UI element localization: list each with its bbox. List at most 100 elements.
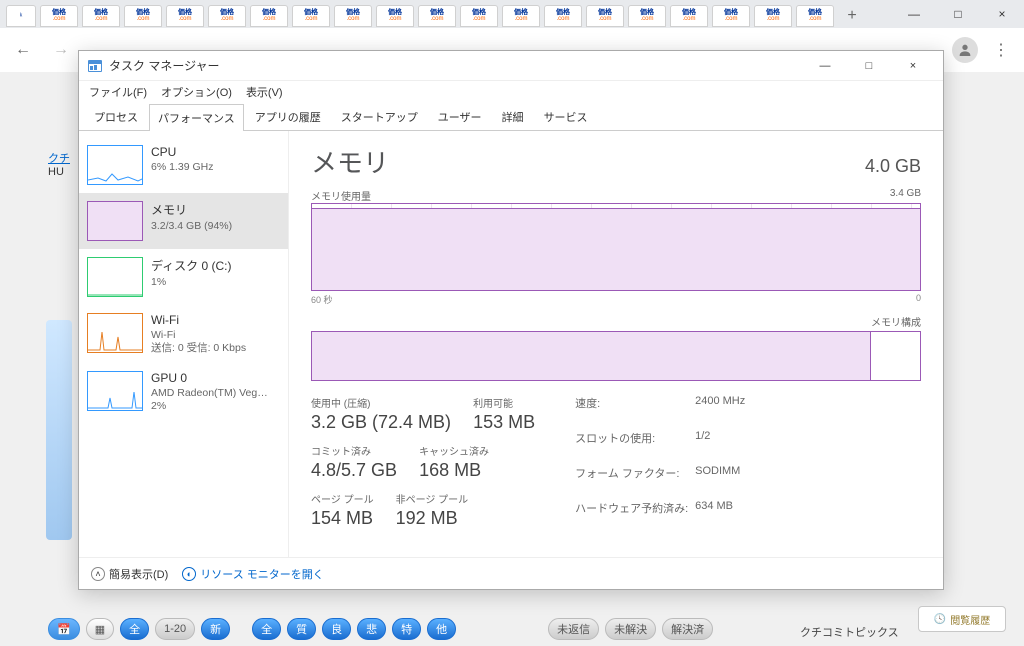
browser-close-button[interactable]: × bbox=[980, 0, 1024, 28]
tm-close-button[interactable]: × bbox=[891, 53, 935, 79]
browser-tab[interactable]: 価格.com bbox=[670, 5, 708, 27]
browser-tab[interactable]: ᵏ bbox=[6, 5, 36, 27]
sidebar-item-memory[interactable]: メモリ3.2/3.4 GB (94%) bbox=[79, 193, 288, 249]
browser-tab[interactable]: 価格.com bbox=[460, 5, 498, 27]
browser-tab[interactable]: 価格.com bbox=[586, 5, 624, 27]
sidebar-label: メモリ bbox=[151, 201, 232, 218]
bg-fragment: クチ HU bbox=[48, 150, 70, 178]
stat-label: 利用可能 bbox=[473, 395, 535, 410]
resource-monitor-link[interactable]: ◐リソース モニターを開く bbox=[182, 566, 324, 582]
browser-tab[interactable]: 価格.com bbox=[628, 5, 666, 27]
tab-app-history[interactable]: アプリの履歴 bbox=[246, 103, 330, 130]
back-button[interactable]: ← bbox=[8, 35, 38, 65]
bg-b5[interactable]: 特 bbox=[392, 618, 421, 640]
bg-button-row: 📅 ▦ 全 1-20 新 全 質 良 悲 特 他 未返信 未解決 解決済 bbox=[48, 618, 713, 640]
stat-label: コミット済み bbox=[311, 443, 397, 458]
more-menu-button[interactable]: ⋮ bbox=[986, 35, 1016, 65]
prop-label: フォーム ファクター: bbox=[575, 465, 695, 494]
bg-new[interactable]: 新 bbox=[201, 618, 230, 640]
tm-title: タスク マネージャー bbox=[109, 57, 220, 74]
axis-right: 0 bbox=[916, 293, 921, 306]
browser-min-button[interactable]: — bbox=[892, 0, 936, 28]
sidebar-label: CPU bbox=[151, 145, 213, 159]
menu-file[interactable]: ファイル(F) bbox=[89, 84, 147, 100]
tab-performance[interactable]: パフォーマンス bbox=[149, 104, 244, 131]
tab-processes[interactable]: プロセス bbox=[85, 103, 147, 130]
bg-solved[interactable]: 解決済 bbox=[662, 618, 713, 640]
memory-composition-graph bbox=[311, 331, 921, 381]
tab-services[interactable]: サービス bbox=[535, 103, 597, 130]
history-button[interactable]: 🕓閲覧履歴 bbox=[918, 606, 1006, 632]
graph-label: メモリ使用量 bbox=[311, 188, 371, 203]
bg-b6[interactable]: 他 bbox=[427, 618, 456, 640]
browser-tab[interactable]: 価格.com bbox=[40, 5, 78, 27]
browser-tab[interactable]: 価格.com bbox=[208, 5, 246, 27]
bg-b3[interactable]: 良 bbox=[322, 618, 351, 640]
browser-tab[interactable]: 価格.com bbox=[502, 5, 540, 27]
sidebar-item-disk[interactable]: ディスク 0 (C:)1% bbox=[79, 249, 288, 305]
memory-properties: 速度:2400 MHz スロットの使用:1/2 フォーム ファクター:SODIM… bbox=[575, 395, 745, 529]
browser-tab[interactable]: 価格.com bbox=[376, 5, 414, 27]
browser-tab[interactable]: 価格.com bbox=[544, 5, 582, 27]
tab-startup[interactable]: スタートアップ bbox=[332, 103, 427, 130]
tm-titlebar[interactable]: タスク マネージャー — □ × bbox=[79, 51, 943, 81]
bg-b2[interactable]: 質 bbox=[287, 618, 316, 640]
bg-cal-button[interactable]: 📅 bbox=[48, 618, 80, 640]
browser-tab[interactable]: 価格.com bbox=[712, 5, 750, 27]
bg-120[interactable]: 1-20 bbox=[155, 618, 195, 640]
perf-sidebar: CPU6% 1.39 GHz メモリ3.2/3.4 GB (94%) ディスク … bbox=[79, 131, 289, 557]
bg-filter-all[interactable]: 全 bbox=[120, 618, 149, 640]
stat-label: 非ページ プール bbox=[396, 491, 469, 506]
browser-tab[interactable]: 価格.com bbox=[334, 5, 372, 27]
browser-tab[interactable]: 価格.com bbox=[166, 5, 204, 27]
new-tab-button[interactable]: + bbox=[838, 5, 866, 27]
profile-avatar[interactable] bbox=[952, 37, 978, 63]
browser-tab[interactable]: 価格.com bbox=[250, 5, 288, 27]
browser-tab[interactable]: 価格.com bbox=[82, 5, 120, 27]
bg-b4[interactable]: 悲 bbox=[357, 618, 386, 640]
browser-tab[interactable]: 価格.com bbox=[796, 5, 834, 27]
comp-label: メモリ構成 bbox=[871, 314, 921, 329]
bg-unsolved[interactable]: 未解決 bbox=[605, 618, 656, 640]
fewer-details-button[interactable]: ˄簡易表示(D) bbox=[91, 566, 168, 582]
memory-usage-graph bbox=[311, 203, 921, 291]
collapse-icon: ˄ bbox=[91, 567, 105, 581]
prop-value: 1/2 bbox=[695, 430, 745, 459]
sidebar-item-gpu[interactable]: GPU 0AMD Radeon(TM) Veg…2% bbox=[79, 363, 288, 421]
prop-value: 634 MB bbox=[695, 500, 745, 529]
tm-min-button[interactable]: — bbox=[803, 53, 847, 79]
sidebar-item-wifi[interactable]: Wi-FiWi-Fi送信: 0 受信: 0 Kbps bbox=[79, 305, 288, 363]
bg-b1[interactable]: 全 bbox=[252, 618, 281, 640]
bg-topics: クチコミトピックス bbox=[800, 624, 899, 640]
browser-tab[interactable]: 価格.com bbox=[418, 5, 456, 27]
task-manager-window: タスク マネージャー — □ × ファイル(F) オプション(O) 表示(V) … bbox=[78, 50, 944, 590]
tm-app-icon bbox=[87, 58, 103, 74]
browser-max-button[interactable]: □ bbox=[936, 0, 980, 28]
stat-label: ページ プール bbox=[311, 491, 374, 506]
sidebar-label: GPU 0 bbox=[151, 371, 268, 385]
prop-label: スロットの使用: bbox=[575, 430, 695, 459]
prop-label: 速度: bbox=[575, 395, 695, 424]
tab-details[interactable]: 詳細 bbox=[493, 103, 533, 130]
clock-icon: 🕓 bbox=[934, 614, 946, 625]
menu-options[interactable]: オプション(O) bbox=[161, 84, 232, 100]
browser-tab[interactable]: 価格.com bbox=[124, 5, 162, 27]
browser-tab[interactable]: 価格.com bbox=[292, 5, 330, 27]
bg-sidepanel bbox=[46, 320, 72, 540]
bg-unreplied[interactable]: 未返信 bbox=[548, 618, 599, 640]
sidebar-item-cpu[interactable]: CPU6% 1.39 GHz bbox=[79, 137, 288, 193]
stat-value: 3.2 GB (72.4 MB) bbox=[311, 412, 451, 433]
tm-max-button[interactable]: □ bbox=[847, 53, 891, 79]
menu-view[interactable]: 表示(V) bbox=[246, 84, 283, 100]
memory-total: 4.0 GB bbox=[865, 156, 921, 177]
resmon-icon: ◐ bbox=[182, 567, 196, 581]
browser-tab[interactable]: 価格.com bbox=[754, 5, 792, 27]
tab-users[interactable]: ユーザー bbox=[429, 103, 491, 130]
forward-button[interactable]: → bbox=[46, 35, 76, 65]
graph-max: 3.4 GB bbox=[890, 188, 921, 203]
prop-label: ハードウェア予約済み: bbox=[575, 500, 695, 529]
stat-value: 153 MB bbox=[473, 412, 535, 433]
stat-label: キャッシュ済み bbox=[419, 443, 489, 458]
perf-main: メモリ 4.0 GB メモリ使用量3.4 GB 60 秒0 メモリ構成 使用中 … bbox=[289, 131, 943, 557]
bg-grid-button[interactable]: ▦ bbox=[86, 618, 114, 640]
